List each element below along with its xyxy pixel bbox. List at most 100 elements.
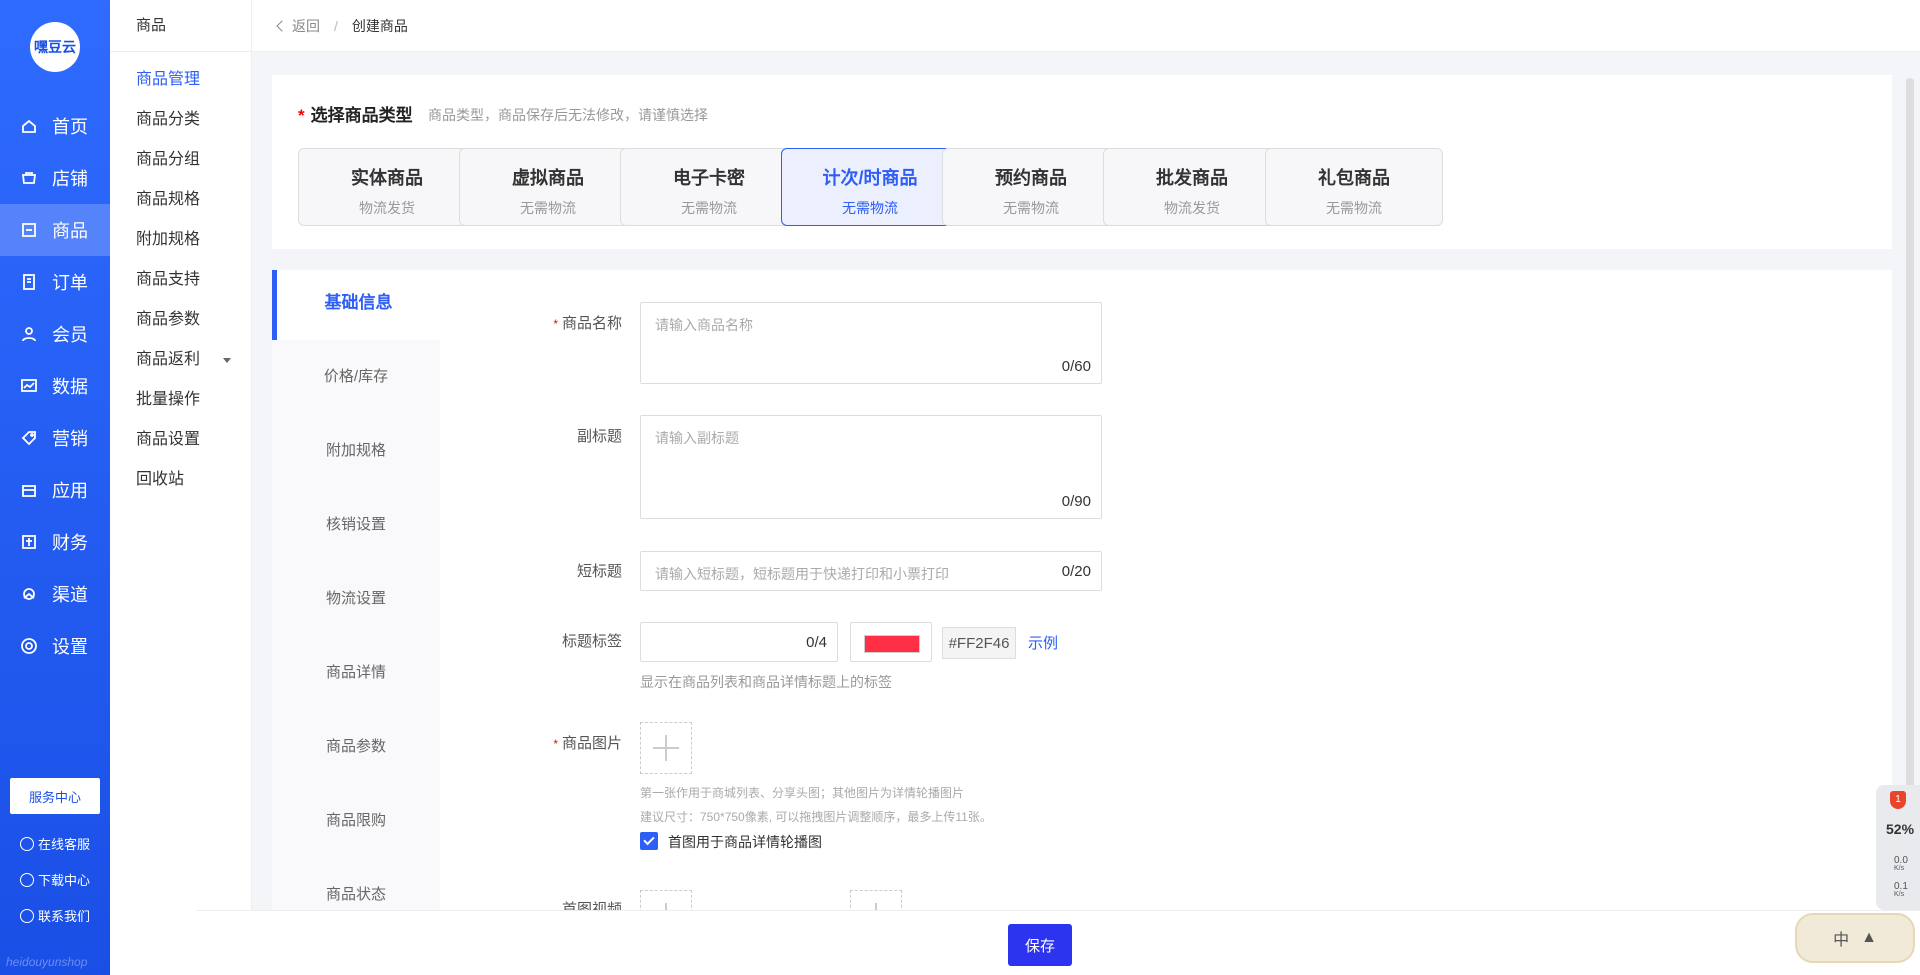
submenu-item-9[interactable]: 商品设置 (110, 420, 251, 460)
type-option-5[interactable]: 批发商品 物流发货 (1103, 148, 1281, 226)
tag-color-picker[interactable] (850, 622, 932, 662)
page-scrollbar[interactable] (1906, 78, 1914, 908)
order-icon (20, 273, 38, 291)
product-name-placeholder: 请输入商品名称 (655, 317, 753, 333)
nav-item-2[interactable]: 商品 (0, 204, 110, 256)
submenu-item-label: 批量操作 (136, 391, 201, 408)
gear-icon (20, 637, 38, 655)
type-option-3[interactable]: 计次/时商品 无需物流 (781, 148, 959, 226)
submenu-item-2[interactable]: 商品分组 (110, 140, 251, 180)
type-option-name: 礼包商品 (1318, 168, 1390, 188)
nav-item-label: 设置 (52, 637, 88, 657)
tab-4[interactable]: 物流设置 (272, 562, 440, 636)
form-footer: 保存 (196, 910, 1920, 975)
back-link[interactable]: 返回 (276, 16, 320, 36)
video-upload-button[interactable] (640, 890, 692, 910)
product-type-card: * 选择商品类型 商品类型，商品保存后无法修改，请谨慎选择 实体商品 物流发货 虚拟商… (272, 75, 1892, 249)
chart-icon (20, 377, 38, 395)
nav-item-label: 财务 (52, 533, 88, 553)
subtitle-count: 0/90 (1061, 493, 1091, 510)
product-name-input[interactable]: 请输入商品名称 0/60 (640, 302, 1102, 384)
nav-item-4[interactable]: 会员 (0, 308, 110, 360)
nav-item-9[interactable]: 渠道 (0, 568, 110, 620)
submenu-item-1[interactable]: 商品分类 (110, 100, 251, 140)
title-tag-hint: 显示在商品列表和商品详情标题上的标签 (640, 674, 892, 690)
nav-item-3[interactable]: 订单 (0, 256, 110, 308)
tab-0[interactable]: 基础信息 (272, 270, 440, 340)
caret-down-icon (223, 358, 231, 363)
app-icon (20, 481, 38, 499)
download-icon (20, 872, 34, 887)
tab-5[interactable]: 商品详情 (272, 636, 440, 710)
sub-sidebar: 商品 商品管理 商品分类 商品分组 商品规格 附加规格 商品支持 商品参数 商品返利 批量操作商… (110, 0, 252, 975)
tab-1[interactable]: 价格/库存 (272, 340, 440, 414)
type-option-4[interactable]: 预约商品 无需物流 (942, 148, 1120, 226)
nav-item-label: 订单 (52, 273, 88, 293)
submenu-item-10[interactable]: 回收站 (110, 460, 251, 500)
images-hint-1: 第一张作用于商城列表、分享头图；其他图片为详情轮播图片 (640, 786, 965, 800)
tab-3[interactable]: 核销设置 (272, 488, 440, 562)
type-option-desc: 无需物流 (842, 200, 898, 216)
submenu-item-3[interactable]: 商品规格 (110, 180, 251, 220)
watermark: heidouyunshop (6, 955, 88, 969)
submenu-item-label: 商品规格 (136, 191, 201, 208)
type-hint: 商品类型，商品保存后无法修改，请谨慎选择 (428, 107, 708, 123)
submenu-item-4[interactable]: 附加规格 (110, 220, 251, 260)
type-option-6[interactable]: 礼包商品 无需物流 (1265, 148, 1443, 226)
tab-6[interactable]: 商品参数 (272, 710, 440, 784)
image-upload-button[interactable] (640, 722, 692, 774)
nav-item-label: 会员 (52, 325, 88, 345)
nav-item-6[interactable]: 营销 (0, 412, 110, 464)
images-hint-2: 建议尺寸：750*750像素, 可以拖拽图片调整顺序，最多上传11张。 (640, 810, 992, 824)
video-cover-upload-button[interactable] (850, 890, 902, 910)
type-option-2[interactable]: 电子卡密 无需物流 (620, 148, 798, 226)
tab-8[interactable]: 商品状态 (272, 858, 440, 910)
type-option-name: 虚拟商品 (512, 168, 584, 188)
type-option-desc: 无需物流 (1326, 200, 1382, 216)
first-image-carousel-checkbox[interactable] (640, 832, 658, 850)
ime-indicator[interactable]: 中 ▲ (1795, 913, 1915, 963)
submenu-item-0[interactable]: 商品管理 (110, 60, 251, 100)
product-images-label: * 商品图片 (522, 732, 622, 753)
video-label: 首图视频 (561, 901, 622, 910)
submenu-item-6[interactable]: 商品参数 (110, 300, 251, 340)
submenu-list: 商品管理 商品分类 商品分组商品规格附加规格 商品支持商品参数商品返利批量操作商品设置… (110, 52, 251, 500)
subtitle-placeholder: 请输入副标题 (655, 430, 739, 446)
type-option-name: 电子卡密 (673, 168, 745, 188)
download-center-link[interactable]: 下载中心 (20, 870, 90, 889)
tag-color-hex: #FF2F46 (942, 627, 1016, 659)
nav-item-label: 数据 (52, 377, 88, 397)
type-option-0[interactable]: 实体商品 物流发货 (298, 148, 476, 226)
tag-example-link[interactable]: 示例 (1028, 632, 1058, 653)
nav-item-7[interactable]: 应用 (0, 464, 110, 516)
nav-item-label: 渠道 (52, 585, 88, 605)
submenu-item-8[interactable]: 批量操作 (110, 380, 251, 420)
nav-item-8[interactable]: 财务 (0, 516, 110, 568)
ime-language: 中 (1833, 932, 1850, 949)
short-title-input[interactable]: 请输入短标题，短标题用于快递打印和小票打印 0/20 (640, 551, 1102, 591)
system-monitor-widget[interactable]: 1 52% 0.0 K/s 0.1 K/s (1876, 785, 1920, 910)
type-option-1[interactable]: 虚拟商品 无需物流 (459, 148, 637, 226)
tab-7[interactable]: 商品限购 (272, 784, 440, 858)
title-tag-label: 标题标签 (561, 633, 622, 650)
nav-item-5[interactable]: 数据 (0, 360, 110, 412)
shirt-icon: ▲ (1861, 929, 1877, 946)
nav-item-1[interactable]: 店铺 (0, 152, 110, 204)
brand-logo[interactable]: 嘿豆云 (30, 22, 80, 72)
nav-item-10[interactable]: 设置 (0, 620, 110, 672)
contact-us-link[interactable]: 联系我们 (20, 906, 90, 925)
nav-item-0[interactable]: 首页 (0, 100, 110, 152)
headset-icon (20, 836, 34, 851)
color-swatch (864, 635, 920, 653)
subtitle-input[interactable]: 请输入副标题 0/90 (640, 415, 1102, 519)
required-mark: * (553, 737, 558, 751)
submenu-item-5[interactable]: 商品支持 (110, 260, 251, 300)
online-service-link[interactable]: 在线客服 (20, 834, 90, 853)
type-option-desc: 无需物流 (681, 200, 737, 216)
save-button[interactable]: 保存 (1008, 924, 1072, 966)
tab-2[interactable]: 附加规格 (272, 414, 440, 488)
title-tag-input[interactable]: 0/4 (640, 622, 838, 662)
service-center-button[interactable]: 服务中心 (10, 778, 100, 814)
submenu-item-label: 商品参数 (136, 311, 201, 328)
submenu-item-7[interactable]: 商品返利 (110, 340, 251, 380)
